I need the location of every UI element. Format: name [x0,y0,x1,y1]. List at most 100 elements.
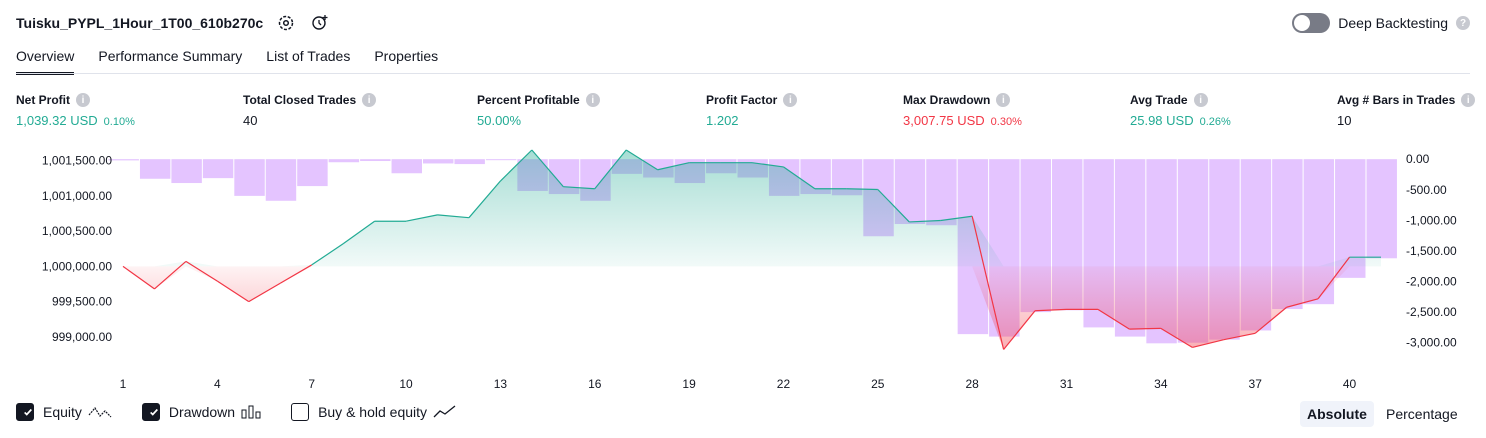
buyhold-checkbox[interactable] [291,403,310,421]
equity-line-segment [846,188,878,191]
drawdown-bar [108,159,139,161]
buyhold-line-icon [433,405,456,418]
info-icon[interactable]: i [783,93,798,107]
top-bar: Tuisku_PYPL_1Hour_1T00_610b270c Deep Bac… [0,0,1486,46]
y-left-tick-label: 1,001,000.00 [42,189,112,203]
metric-avg-trade: Avg Trade i 25.98 USD 0.26% [1130,93,1231,128]
metric-profit-factor: Profit Factor i 1.202 [706,93,798,128]
drawdown-bar [423,159,454,164]
info-icon[interactable]: i [1461,93,1476,107]
equity-checkbox[interactable] [16,403,34,421]
y-left-tick-label: 999,500.00 [52,295,112,309]
metric-total-closed-trades: Total Closed Trades i 40 [243,93,377,128]
settings-gear-icon[interactable] [276,13,296,33]
tab-divider [16,73,1470,74]
x-tick-label: 19 [682,377,696,391]
x-tick-label: 10 [399,377,413,391]
metric-value: 40 [243,113,258,128]
metric-net-profit: Net Profit i 1,039.32 USD 0.10% [16,93,135,128]
metric-label: Max Drawdown [903,93,991,107]
drawdown-bar [139,159,171,179]
metric-value: 1.202 [706,113,739,128]
legend-buy-hold[interactable]: Buy & hold equity [291,403,457,421]
y-right-tick-label: 0.00 [1406,152,1430,166]
info-icon[interactable]: i [996,93,1011,107]
drawdown-bar [926,159,957,226]
y-right-tick-label: -2,500.00 [1406,305,1457,319]
metric-percent-profitable: Percent Profitable i 50.00% [477,93,600,128]
metric-label: Profit Factor [706,93,778,107]
y-left-tick-label: 1,001,500.00 [42,154,112,168]
legend-equity[interactable]: Equity [16,403,112,421]
drawdown-bar [454,159,485,165]
x-tick-label: 37 [1249,377,1263,391]
y-left-tick-label: 1,000,000.00 [42,259,112,273]
metric-sub: 0.26% [1199,116,1231,128]
x-axis: 1 4 7 10 13 16 19 22 25 28 31 34 37 40 [120,377,1357,391]
metric-label: Avg # Bars in Trades [1337,93,1456,107]
equity-line-icon [88,406,112,418]
info-icon[interactable]: i [76,93,90,107]
drawdown-bar [360,159,391,162]
percentage-mode-button[interactable]: Percentage [1379,401,1465,427]
legend-drawdown[interactable]: Drawdown [141,403,261,421]
x-tick-label: 7 [308,377,315,391]
y-right-tick-label: -500.00 [1406,183,1447,197]
legend-drawdown-label: Drawdown [168,404,236,420]
legend-equity-label: Equity [43,404,82,420]
x-tick-label: 31 [1060,377,1074,391]
x-tick-label: 13 [494,377,508,391]
deep-backtesting-toggle[interactable] [1292,13,1331,33]
metric-max-drawdown: Max Drawdown i 3,007.75 USD 0.30% [903,93,1022,128]
add-alert-clock-icon[interactable] [310,13,330,33]
drawdown-bar [1366,159,1397,259]
x-tick-label: 1 [120,377,127,391]
metric-value: 1,039.32 USD [16,113,98,128]
tab-list-of-trades[interactable]: List of Trades [266,48,350,75]
y-left-tick-label: 1,000,500.00 [42,224,112,238]
metric-value: 25.98 USD [1130,113,1194,128]
x-tick-label: 25 [871,377,885,391]
drawdown-bar [202,159,234,179]
metric-label: Percent Profitable [477,93,580,107]
metric-value: 3,007.75 USD [903,113,985,128]
drawdown-bar [265,159,297,201]
drawdown-bar [297,159,328,187]
equity-drawdown-chart[interactable]: 1,001,500.00 1,001,000.00 1,000,500.00 1,00… [0,140,1486,395]
y-right-tick-label: -1,000.00 [1406,213,1457,227]
y-axis-right: 0.00 -500.00 -1,000.00 -1,500.00 -2,000.00 -2… [1406,152,1457,350]
metric-sub: 0.30% [990,116,1022,128]
metric-value: 50.00% [477,113,522,128]
info-icon[interactable]: i [585,93,600,107]
drawdown-bar [391,159,422,174]
metric-label: Total Closed Trades [243,93,357,107]
x-tick-label: 34 [1154,377,1168,391]
y-left-tick-label: 999,000.00 [52,330,112,344]
tab-properties[interactable]: Properties [374,48,438,75]
deep-backtesting-label: Deep Backtesting [1338,15,1448,31]
y-axis-left: 1,001,500.00 1,001,000.00 1,000,500.00 1,00… [42,154,112,344]
y-right-tick-label: -2,000.00 [1406,275,1457,289]
legend-buyhold-label: Buy & hold equity [318,404,428,420]
tab-overview[interactable]: Overview [16,48,75,75]
tab-bar: Overview Performance Summary List of Tra… [16,48,438,75]
metric-sub: 0.10% [103,116,135,128]
drawdown-bars-icon [241,405,261,419]
equity-loss-area [123,266,1381,350]
metric-avg-bars-in-trades: Avg # Bars in Trades i 10 [1337,93,1476,128]
absolute-mode-button[interactable]: Absolute [1300,401,1374,427]
tab-performance-summary[interactable]: Performance Summary [98,48,242,75]
drawdown-bar [328,159,360,163]
chart-legend: Equity Drawdown Buy & hold equity [16,403,487,421]
drawdown-bar [234,159,265,196]
drawdown-bar [171,159,202,184]
metric-label: Avg Trade [1130,93,1188,107]
info-icon[interactable]: i [362,93,377,107]
help-icon[interactable]: ? [1456,16,1470,30]
x-tick-label: 16 [588,377,602,391]
drawdown-checkbox[interactable] [141,403,160,421]
strategy-title: Tuisku_PYPL_1Hour_1T00_610b270c [16,15,264,31]
x-tick-label: 28 [965,377,979,391]
info-icon[interactable]: i [1193,93,1208,107]
metric-label: Net Profit [16,93,70,107]
